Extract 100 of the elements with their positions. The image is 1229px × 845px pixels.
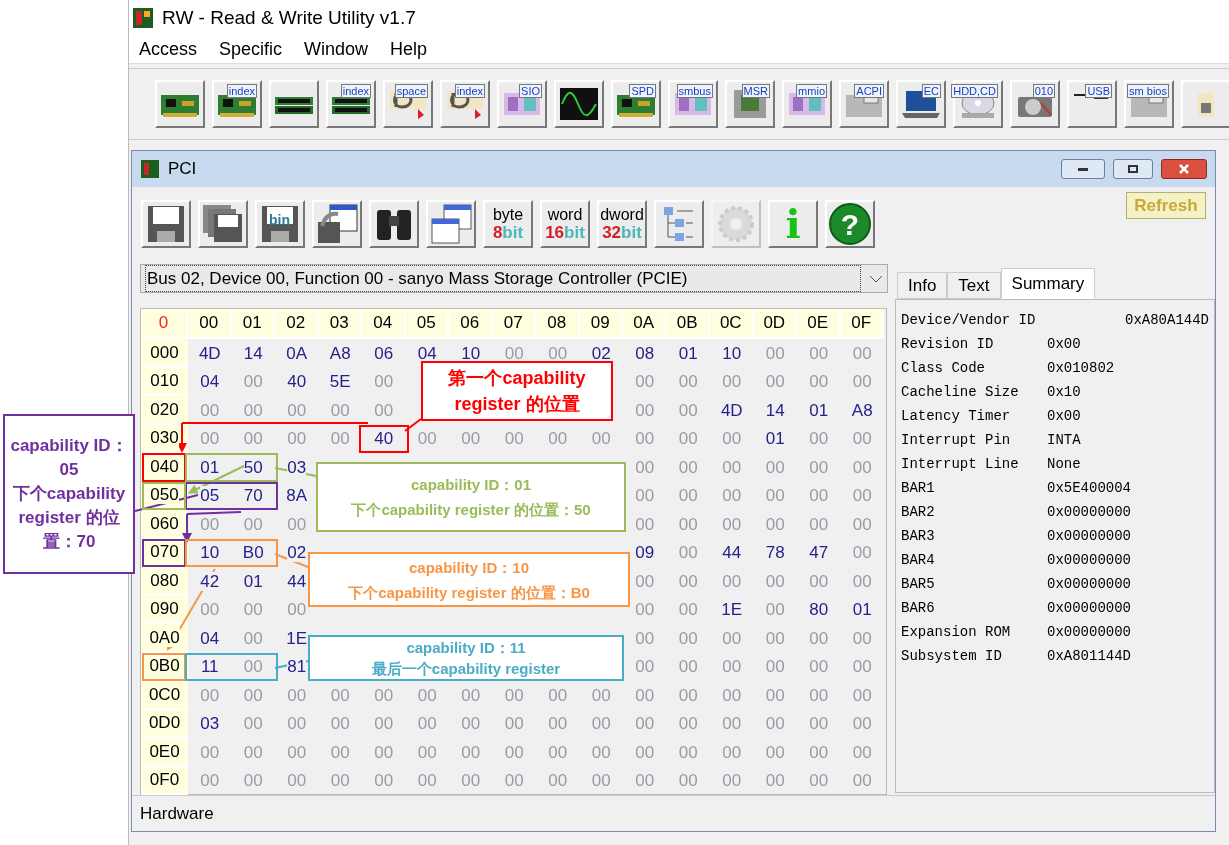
- toolbar-button[interactable]: [312, 200, 362, 248]
- close-icon: [1178, 163, 1190, 175]
- summary-value: 0x010802: [1047, 359, 1115, 378]
- summary-value: 0xA801144D: [1047, 647, 1131, 666]
- pointer-arrow: [182, 513, 192, 543]
- tables-icon: [430, 204, 472, 244]
- toolbar-button[interactable]: mmio: [782, 80, 832, 128]
- pci-card-icon: [140, 159, 160, 179]
- menu-item[interactable]: Window: [304, 36, 369, 63]
- tab[interactable]: Info: [897, 272, 948, 299]
- summary-value: 0x10: [1047, 383, 1081, 402]
- highlight-frame: [359, 424, 409, 453]
- annotation-text: 下个capability register 的位置：50: [351, 500, 591, 520]
- status-text: Hardware: [140, 802, 214, 825]
- summary-value: 0x00: [1047, 407, 1081, 426]
- toolbar-button[interactable]: [198, 200, 248, 248]
- bit-width-label: 32bit: [602, 224, 642, 242]
- refresh-button[interactable]: Refresh: [1126, 192, 1206, 219]
- summary-label: BAR3: [901, 527, 936, 546]
- annotation-text: capability ID：05: [9, 435, 129, 481]
- summary-value: INTA: [1047, 431, 1081, 450]
- toolbar-button[interactable]: HDD,CD: [953, 80, 1003, 128]
- window-title: PCI: [168, 158, 197, 181]
- summary-value: 0x5E400004: [1047, 479, 1131, 498]
- summary-label: Latency Timer: [901, 407, 1012, 426]
- summary-value: 0x00000000: [1047, 599, 1131, 618]
- toolbar-button[interactable]: sm bios: [1124, 80, 1174, 128]
- annotation-text: 最后一个capability register: [371, 659, 561, 679]
- width-label: word: [547, 206, 583, 224]
- chevron-down-icon: [869, 274, 883, 283]
- annotation-text: capability ID：10: [408, 557, 529, 578]
- summary-value: 0x00000000: [1047, 503, 1131, 522]
- maximize-button[interactable]: [1113, 159, 1153, 179]
- bit-width-label: 16bit: [545, 224, 585, 242]
- annotation-text: capability ID：11: [406, 638, 526, 658]
- summary-label: Interrupt Line: [901, 455, 1020, 474]
- tab[interactable]: Text: [947, 272, 1001, 299]
- summary-label: BAR6: [901, 599, 936, 618]
- app-icon: [132, 7, 154, 29]
- close-button[interactable]: [1161, 159, 1207, 179]
- summary-value: 0x00: [1047, 335, 1081, 354]
- toolbar-button[interactable]: [155, 80, 205, 128]
- pointer-arrow: [177, 422, 187, 453]
- annotation-text: capability ID：01: [410, 475, 531, 495]
- summary-label: Subsystem ID: [901, 647, 1003, 666]
- floppy-disks-icon: [202, 204, 244, 244]
- bit-width-label: 8bit: [492, 224, 524, 242]
- row-address: 030: [150, 428, 179, 448]
- hex-cell[interactable]: 42: [200, 571, 220, 591]
- toolbar-button[interactable]: space: [383, 80, 433, 128]
- minimize-button[interactable]: [1061, 159, 1105, 179]
- summary-value: 0x00000000: [1047, 551, 1131, 570]
- annotation-text: 下个capability register 的位置：B0: [348, 582, 590, 603]
- summary-label: BAR4: [901, 551, 936, 570]
- window-title: RW - Read & Write Utility v1.7: [162, 5, 416, 30]
- toolbar-button[interactable]: dword 32bit: [597, 200, 647, 248]
- tab[interactable]: Summary: [1000, 268, 1096, 299]
- toolbar-button[interactable]: [269, 80, 319, 128]
- toolbar-button[interactable]: [141, 200, 191, 248]
- row-address: 050: [150, 485, 179, 505]
- toolbar-button[interactable]: [369, 200, 419, 248]
- toolbar-button[interactable]: 010: [1010, 80, 1060, 128]
- hex-cell[interactable]: 02: [287, 543, 307, 563]
- summary-label: Expansion ROM: [901, 623, 1012, 642]
- minimize-icon: [1078, 167, 1088, 171]
- summary-label: Class Code: [901, 359, 986, 378]
- toolbar-button[interactable]: index: [326, 80, 376, 128]
- menu-item[interactable]: Access: [139, 36, 198, 63]
- toolbar-button[interactable]: ACPI: [839, 80, 889, 128]
- floppy-table-icon: [316, 204, 358, 244]
- toolbar-button[interactable]: word 16bit: [540, 200, 590, 248]
- info-icon: i: [785, 202, 801, 246]
- annotation-text: 下个capability register 的位置：70: [11, 483, 127, 553]
- menu-item[interactable]: Specific: [219, 36, 283, 63]
- toolbar-button[interactable]: bin: [255, 200, 305, 248]
- toolbar-button[interactable]: SPD: [611, 80, 661, 128]
- summary-label: Revision ID: [901, 335, 995, 354]
- device-dropdown[interactable]: Bus 02, Device 00, Function 00 - sanyo Mass Storage Controller (PCIE): [140, 264, 888, 293]
- toolbar-button[interactable]: EC: [896, 80, 946, 128]
- summary-label: Device/Vendor ID: [901, 311, 1037, 330]
- summary-label: BAR5: [901, 575, 936, 594]
- maximize-icon: [1128, 165, 1138, 173]
- toolbar-button[interactable]: SIO: [497, 80, 547, 128]
- summary-label: Cacheline Size: [901, 383, 1020, 402]
- toolbar-button[interactable]: USB: [1067, 80, 1117, 128]
- summary-value: 0xA80A144D: [1125, 311, 1209, 330]
- toolbar-button[interactable]: MSR: [725, 80, 775, 128]
- toolbar-button[interactable]: [554, 80, 604, 128]
- toolbar-button[interactable]: smbus: [668, 80, 718, 128]
- toolbar-button[interactable]: byte 8bit: [483, 200, 533, 248]
- annotation-text: register 的位置: [454, 393, 580, 416]
- summary-label: BAR2: [901, 503, 936, 522]
- summary-label: Interrupt Pin: [901, 431, 1012, 450]
- menu-item[interactable]: Help: [390, 36, 428, 63]
- waveform-icon: [559, 87, 599, 121]
- toolbar-button[interactable]: i: [768, 200, 818, 248]
- toolbar-button[interactable]: index: [212, 80, 262, 128]
- summary-value: 0x00000000: [1047, 623, 1131, 642]
- summary-value: None: [1047, 455, 1081, 474]
- toolbar-button[interactable]: index: [440, 80, 490, 128]
